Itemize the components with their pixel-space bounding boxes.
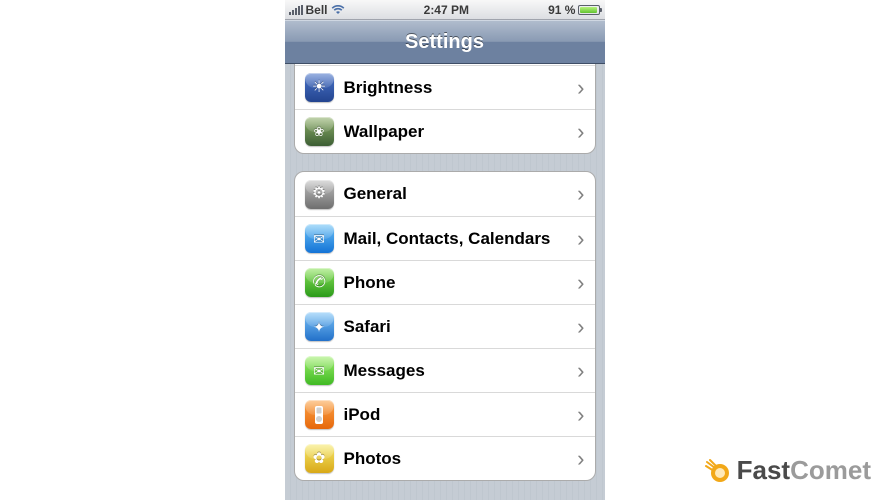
nav-bar: Settings <box>285 20 605 64</box>
mail-icon: ✉ <box>305 224 334 253</box>
settings-row-label: Messages <box>344 361 578 381</box>
chevron-right-icon: › <box>577 75 584 101</box>
phone-frame: Bell 2:47 PM 91 % Settings <box>285 0 605 500</box>
settings-row-label: General <box>344 184 578 204</box>
battery-icon <box>578 5 600 15</box>
wifi-icon <box>331 5 345 15</box>
settings-row-photos[interactable]: ✿ Photos › <box>295 436 595 480</box>
chevron-right-icon: › <box>577 402 584 428</box>
chevron-right-icon: › <box>577 181 584 207</box>
ipod-icon <box>305 400 334 429</box>
settings-row-label: Mail, Contacts, Calendars <box>344 229 578 249</box>
settings-group-display: › ☀ Brightness › ❀ Wallpaper › <box>294 64 596 154</box>
wallpaper-icon: ❀ <box>305 117 334 146</box>
settings-row-label: Photos <box>344 449 578 469</box>
status-left: Bell <box>289 3 345 17</box>
settings-row-messages[interactable]: ✉ Messages › <box>295 348 595 392</box>
chevron-right-icon: › <box>577 358 584 384</box>
settings-row-mail[interactable]: ✉ Mail, Contacts, Calendars › <box>295 216 595 260</box>
status-bar: Bell 2:47 PM 91 % <box>285 0 605 20</box>
settings-row-label: Phone <box>344 273 578 293</box>
status-right: 91 % <box>548 3 600 17</box>
battery-percent-label: 91 % <box>548 3 575 17</box>
general-icon: ⚙ <box>305 180 334 209</box>
chevron-right-icon: › <box>577 314 584 340</box>
messages-icon: ✉ <box>305 356 334 385</box>
chevron-right-icon: › <box>577 226 584 252</box>
settings-group-apps: ⚙ General › ✉ Mail, Contacts, Calendars … <box>294 171 596 481</box>
settings-row-brightness[interactable]: ☀ Brightness › <box>295 65 595 109</box>
clock-label: 2:47 PM <box>424 3 469 17</box>
watermark-brand-light: Comet <box>790 455 871 485</box>
photos-icon: ✿ <box>305 444 334 473</box>
phone-icon: ✆ <box>305 268 334 297</box>
chevron-right-icon: › <box>577 119 584 145</box>
brightness-icon: ☀ <box>305 73 334 102</box>
fastcomet-icon <box>705 458 731 484</box>
settings-row-label: Brightness <box>344 78 578 98</box>
safari-icon: ✦ <box>305 312 334 341</box>
watermark-brand-bold: Fast <box>737 455 790 485</box>
chevron-right-icon: › <box>577 446 584 472</box>
settings-row-phone[interactable]: ✆ Phone › <box>295 260 595 304</box>
page-title: Settings <box>405 31 484 54</box>
settings-content[interactable]: › ☀ Brightness › ❀ Wallpaper › ⚙ General <box>285 64 605 500</box>
watermark: FastComet <box>705 455 871 486</box>
settings-row-safari[interactable]: ✦ Safari › <box>295 304 595 348</box>
settings-row-label: iPod <box>344 405 578 425</box>
signal-icon <box>289 5 303 15</box>
settings-row-general[interactable]: ⚙ General › <box>295 172 595 216</box>
settings-row-label: Wallpaper <box>344 122 578 142</box>
chevron-right-icon: › <box>577 270 584 296</box>
settings-row-ipod[interactable]: iPod › <box>295 392 595 436</box>
carrier-label: Bell <box>306 3 328 17</box>
settings-row-wallpaper[interactable]: ❀ Wallpaper › <box>295 109 595 153</box>
settings-row-label: Safari <box>344 317 578 337</box>
